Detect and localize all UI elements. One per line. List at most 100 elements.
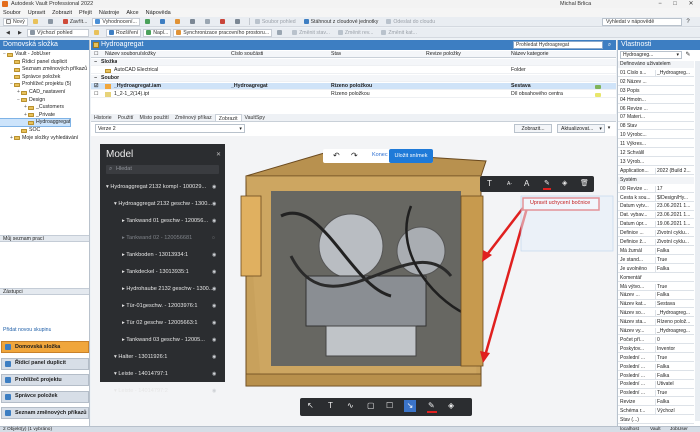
tree-node[interactable]: − Vault - JobUser: [0, 51, 50, 58]
zobrazit-button[interactable]: Zobrazit...: [514, 124, 552, 133]
tree-node[interactable]: Seznam změnových příkazů: [0, 66, 87, 73]
menu-item-5[interactable]: Akce: [126, 10, 138, 16]
tree-node[interactable]: + Moje složky vyhledávání: [0, 135, 78, 142]
end-markup-button[interactable]: Konec: [372, 152, 388, 158]
forward-button[interactable]: ▶: [15, 29, 25, 37]
model-tree-item[interactable]: ▸ Tankboden - 13013934:1: [122, 252, 188, 258]
property-row[interactable]: Stav (...): [618, 417, 694, 425]
property-row[interactable]: Má žurnál Falka: [618, 247, 694, 256]
property-row[interactable]: 06 Revize ...: [618, 106, 694, 113]
tree-node[interactable]: − Design: [0, 97, 45, 104]
help-icon[interactable]: ?: [684, 18, 692, 26]
menu-item-1[interactable]: Upravit: [28, 10, 45, 16]
col-header-state[interactable]: Stav: [331, 51, 341, 58]
property-row[interactable]: Poskytov... Inventor: [618, 345, 694, 353]
properties-scrollbar[interactable]: [695, 61, 700, 421]
nav-button-1[interactable]: Řídicí panel duplicit: [1, 357, 89, 370]
tree-node[interactable]: SOC: [0, 127, 40, 134]
group-folder-header[interactable]: − Složka: [91, 59, 616, 66]
menu-item-2[interactable]: Zobrazit: [52, 10, 72, 16]
rectangle-tool-icon[interactable]: ▢: [367, 401, 375, 410]
property-edit-icon[interactable]: ✎: [684, 51, 692, 59]
soubor-pohled-button[interactable]: Soubor pohled: [252, 18, 299, 26]
property-row[interactable]: Application... 2022 (Build 2...: [618, 167, 694, 175]
property-row[interactable]: Poslední ... True: [618, 354, 694, 362]
search-go-icon[interactable]: ⌕: [605, 41, 614, 49]
toolbar-vyhodnoceni-button[interactable]: Vyhodnocení...: [92, 17, 140, 26]
change-category-button[interactable]: Změnit kat...: [378, 29, 420, 37]
toolbar-zavrit-button[interactable]: Zavřít...: [60, 18, 91, 26]
property-row[interactable]: Definice ž... Životní cyklu...: [618, 239, 694, 247]
property-row[interactable]: Poslední ... Utivatel: [618, 381, 694, 389]
toolbar-checkout-button[interactable]: [172, 18, 185, 26]
tree-node[interactable]: Správce položek: [0, 74, 60, 81]
text-markup-icon[interactable]: T: [328, 401, 333, 410]
toolbar-undo-button[interactable]: [232, 18, 245, 26]
file-row-selected[interactable]: ☑ _Hydroagregat.iam _Hydroagregat Řízeno…: [91, 83, 616, 90]
model-tree-item[interactable]: ▸ Tankwand 03 geschw - 12005...: [122, 337, 205, 343]
grid-header-checkbox[interactable]: ☐: [94, 51, 99, 58]
back-button[interactable]: ◀: [3, 29, 13, 37]
text-tool-icon[interactable]: T: [487, 179, 492, 188]
property-row[interactable]: 10 Výrobc...: [618, 132, 694, 140]
visibility-eye-icon[interactable]: ◉: [212, 303, 216, 309]
font-size-down-icon[interactable]: A-: [507, 181, 512, 187]
close-window-button[interactable]: ✕: [684, 0, 698, 8]
callout-text[interactable]: Upravit uchycení bočnice: [530, 200, 590, 206]
tab-2[interactable]: Místo použití: [136, 114, 171, 121]
nav-button-3[interactable]: Správce položek: [1, 390, 89, 403]
file-row-2-checkbox[interactable]: ☐: [94, 91, 99, 98]
refresh-view-button[interactable]: Aktualizovat... ▾: [557, 124, 605, 133]
nav-button-4[interactable]: Seznam změnových příkazů: [1, 407, 89, 419]
tree-node[interactable]: − Prohlížeč projektu (5): [0, 81, 71, 88]
visibility-eye-icon[interactable]: ◉: [212, 184, 216, 190]
sync-workspace-button[interactable]: Synchronizace pracovního prostoru...: [173, 28, 273, 37]
tab-5[interactable]: VaultSpy: [242, 114, 268, 121]
toolbar-checkin-button[interactable]: [157, 18, 170, 26]
shortcuts-header[interactable]: Zástupci: [0, 288, 89, 295]
property-row[interactable]: Poslední ... Falka: [618, 363, 694, 371]
tab-1[interactable]: Použití: [115, 114, 137, 121]
toolbar-print-button[interactable]: [45, 18, 58, 26]
property-row[interactable]: Datum vytv... 23.06.2021 1...: [618, 203, 694, 211]
file-row-checkbox[interactable]: ☑: [94, 83, 99, 90]
cloud-download-button[interactable]: Stáhnout z cloudové jednotky: [301, 18, 382, 26]
toolbar-refresh-button[interactable]: [142, 18, 155, 26]
visibility-eye-icon[interactable]: ◉: [212, 320, 216, 326]
more-icon[interactable]: ▾: [605, 124, 613, 133]
model-tree-item[interactable]: ▾ Leiste - 14014797:1: [114, 371, 168, 377]
pointer-tool-icon[interactable]: ↖: [307, 401, 314, 410]
toolbar2-icon-a[interactable]: [91, 29, 104, 37]
hidden-eye-icon[interactable]: ◌: [212, 235, 215, 241]
naplno-button[interactable]: Napl...: [143, 28, 172, 37]
close-panel-icon[interactable]: ✕: [216, 151, 221, 158]
col-header-name[interactable]: Název souboru/složky: [105, 51, 156, 58]
visibility-eye-icon[interactable]: ◉: [212, 354, 216, 360]
tree-node[interactable]: + _Private: [0, 112, 55, 119]
visibility-eye-icon[interactable]: ◉: [212, 388, 216, 394]
model-tree-item[interactable]: ▾ Hydroaggregat 2132 geschw - 1300...: [114, 201, 212, 207]
col-header-category[interactable]: Název kategorie: [511, 51, 549, 58]
tree-node[interactable]: + CAD_nastavení: [0, 89, 65, 96]
visibility-eye-icon[interactable]: ◉: [212, 201, 216, 207]
property-group-header[interactable]: Systém: [618, 176, 694, 184]
model-tree-item[interactable]: ▾ Leiste - 14014797:2: [114, 388, 168, 394]
property-row[interactable]: 11 Výkres...: [618, 141, 694, 149]
model-tree-item[interactable]: ▾ Hydroaggregat 2132 kompl - 100029...: [106, 184, 206, 190]
property-row[interactable]: Název vy... _Hydroagreg...: [618, 328, 694, 336]
property-row[interactable]: Poslední ... Falka: [618, 372, 694, 380]
toolbar2-icon-b[interactable]: [274, 29, 287, 37]
property-object-selector[interactable]: Hydroagreg... ▾: [620, 51, 682, 59]
change-revision-button[interactable]: Změnit rev...: [335, 29, 376, 37]
group-file-header[interactable]: − Soubor: [91, 75, 616, 82]
property-row[interactable]: Je uvolněno Falka: [618, 265, 694, 273]
tree-node[interactable]: Řídicí panel duplicit: [0, 59, 67, 66]
model-tree-item[interactable]: ▾ Halter - 13011926:1: [114, 354, 167, 360]
toolbar-copy-button[interactable]: [202, 18, 215, 26]
new-button[interactable]: Nový: [3, 17, 28, 26]
tab-3[interactable]: Změnový příkaz: [172, 114, 215, 121]
pen-tool-icon[interactable]: ✎: [428, 401, 435, 410]
visibility-eye-icon[interactable]: ◉: [212, 218, 216, 224]
model-tree-item[interactable]: ▸ Tankwand 01 geschw - 120056...: [122, 218, 208, 224]
property-group-header[interactable]: Definováno uživatelem: [618, 61, 694, 68]
